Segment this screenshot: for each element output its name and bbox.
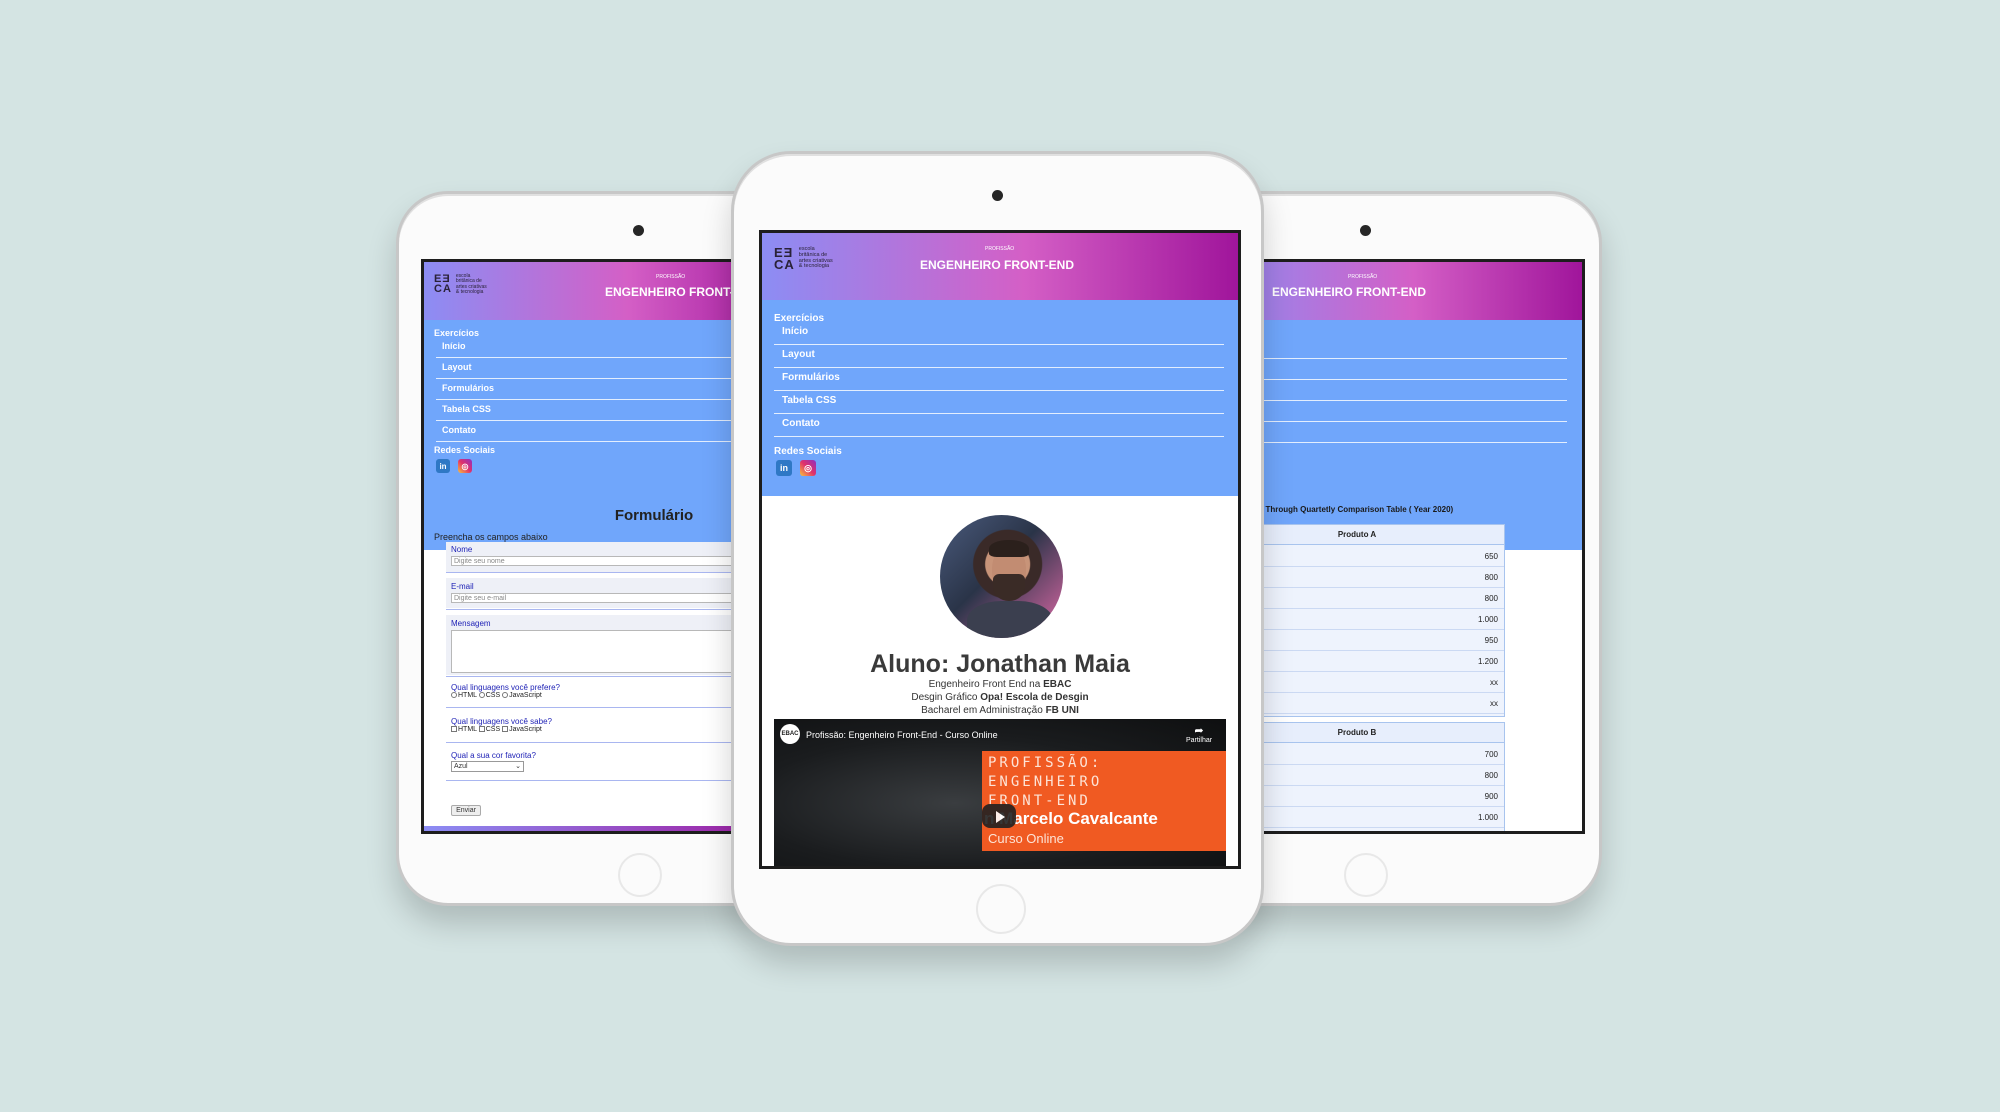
play-button[interactable] [982,804,1016,828]
linkedin-icon[interactable]: in [776,460,792,476]
question-known-languages: Qual linguagens você sabe? [451,717,552,726]
social-links: in ◎ [776,460,816,476]
bio-line-3: Bacharel em Administração FB UNI [921,705,1079,716]
instagram-icon[interactable]: ◎ [458,459,472,473]
profession-label: PROFISSÃO [985,246,1015,252]
camera-center [992,190,1003,201]
bio-line-2: Desgin Gráfico Opa! Escola de Desgin [911,692,1089,703]
social-heading: Redes Sociais [774,446,842,457]
header-title: ENGENHEIRO FRONT-END [1272,285,1427,299]
bio-line-1: Engenheiro Front End na EBAC [928,679,1072,690]
nav-item-tabela-css[interactable]: Tabela CSS [774,395,1224,414]
ebac-logo: EƎ CA escola britânica de artes criativas & … [774,245,833,272]
social-heading: Redes Sociais [434,445,496,455]
instagram-icon[interactable]: ◎ [800,460,816,476]
banner-line-1: PROFISSÃO: [988,755,1103,771]
nav-item-formularios[interactable]: Formulários [774,372,1224,391]
camera-left [633,225,644,236]
known-language-options[interactable]: HTML CSS JavaScript [451,726,542,733]
profession-label: PROFISSÃO [656,274,686,280]
form-intro: Preencha os campos abaixo [434,532,548,542]
profession-label: PROFISSÃO [1348,274,1378,280]
video-title[interactable]: Profissão: Engenheiro Front-End - Curso … [806,730,998,740]
youtube-video[interactable]: EBAC Profissão: Engenheiro Front-End - C… [774,719,1226,866]
share-button[interactable]: ➦ Partilhar [1186,724,1212,744]
nav-item-contato[interactable]: Contato [774,418,1224,437]
question-preferred-language: Qual linguagens você prefere? [451,683,560,692]
home-button-right[interactable] [1344,853,1388,897]
camera-right [1360,225,1371,236]
screen-center: EƎ CA escola britânica de artes criativas & … [759,230,1241,869]
tablet-center: EƎ CA escola britânica de artes criativas & … [731,151,1264,946]
name-label: Nome [451,545,473,554]
home-button-center[interactable] [976,884,1026,934]
nav-item-layout[interactable]: Layout [774,349,1224,368]
student-name: Aluno: Jonathan Maia [870,650,1130,678]
banner-subtitle: Curso Online [988,831,1064,846]
nav-menu-center: Exercícios Início Layout Formulários Tab… [762,300,1238,496]
exercises-heading: Exercícios [774,313,825,324]
profile-avatar [940,515,1063,638]
social-links: in ◎ [436,459,472,473]
nav-item-inicio[interactable]: Início [774,326,1224,345]
form-title: Formulário [614,507,694,524]
header-title: ENGENHEIRO FRONT-END [920,258,1075,272]
question-favorite-color: Qual a sua cor favorita? [451,751,536,760]
banner-line-2: ENGENHEIRO [988,774,1103,790]
header-title: ENGENHEIRO FRONT-E [605,285,742,299]
header-center: EƎ CA escola britânica de artes criativas & … [762,233,1238,300]
exercises-heading: Exercícios [434,328,480,338]
linkedin-icon[interactable]: in [436,459,450,473]
preferred-language-options[interactable]: HTML CSS JavaScript [451,692,542,699]
message-label: Mensagem [451,619,491,628]
email-label: E-mail [451,582,474,591]
submit-button[interactable]: Enviar [451,805,481,816]
color-select[interactable]: Azul ⌄ [451,761,524,772]
channel-avatar[interactable]: EBAC [780,724,800,744]
home-button-left[interactable] [618,853,662,897]
ebac-logo: EƎ CA escola britânica de artes criativas & … [434,273,487,295]
